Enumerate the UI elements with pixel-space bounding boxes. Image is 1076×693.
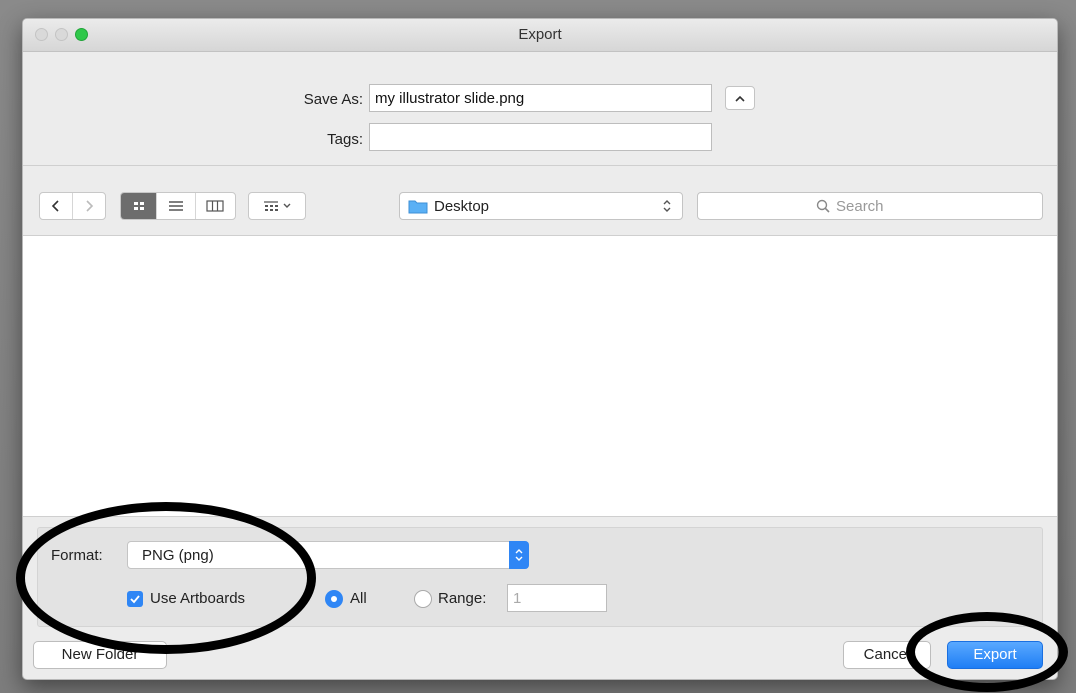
range-label: Range:: [438, 590, 487, 607]
location-popup[interactable]: Desktop: [399, 192, 683, 220]
view-mode-control: [120, 192, 236, 220]
forward-button[interactable]: [72, 193, 105, 219]
icon-view-button[interactable]: [121, 193, 157, 219]
list-view-button[interactable]: [156, 193, 194, 219]
chevron-down-icon: [283, 203, 290, 208]
annotation-ellipse-export: [906, 612, 1068, 692]
search-placeholder: Search: [836, 198, 884, 215]
filename-input[interactable]: [369, 84, 712, 112]
tags-input[interactable]: [369, 123, 712, 151]
annotation-ellipse-format: [16, 502, 316, 654]
popup-arrows-button: [509, 541, 529, 569]
save-as-label: Save As:: [303, 91, 363, 108]
columns-icon: [206, 200, 224, 212]
up-down-arrows-icon: [663, 200, 671, 212]
chevron-up-icon: [735, 95, 745, 102]
grid-icon: [133, 202, 144, 210]
expand-dialog-button[interactable]: [725, 86, 755, 110]
window-title: Export: [518, 26, 562, 43]
chevron-right-icon: [86, 200, 94, 212]
range-radio[interactable]: [414, 590, 432, 608]
up-down-arrows-icon: [515, 549, 523, 561]
arrange-grid-icon: [263, 201, 278, 211]
all-label: All: [350, 590, 367, 607]
arrange-button[interactable]: [249, 193, 305, 219]
all-radio[interactable]: [325, 590, 343, 608]
file-browser[interactable]: [23, 235, 1057, 517]
chevron-left-icon: [51, 200, 59, 212]
arrange-control[interactable]: [248, 192, 306, 220]
location-label: Desktop: [434, 198, 490, 215]
range-input[interactable]: [507, 584, 607, 612]
tags-label: Tags:: [327, 131, 363, 148]
search-icon: [816, 199, 830, 213]
search-field[interactable]: Search: [697, 192, 1043, 220]
header-divider: [23, 165, 1057, 166]
title-bar: Export: [23, 19, 1057, 52]
list-icon: [169, 201, 184, 211]
folder-icon: [408, 200, 428, 214]
radio-dot: [331, 596, 337, 602]
back-button[interactable]: [40, 193, 72, 219]
column-view-button[interactable]: [194, 193, 235, 219]
back-forward-control: [39, 192, 106, 220]
